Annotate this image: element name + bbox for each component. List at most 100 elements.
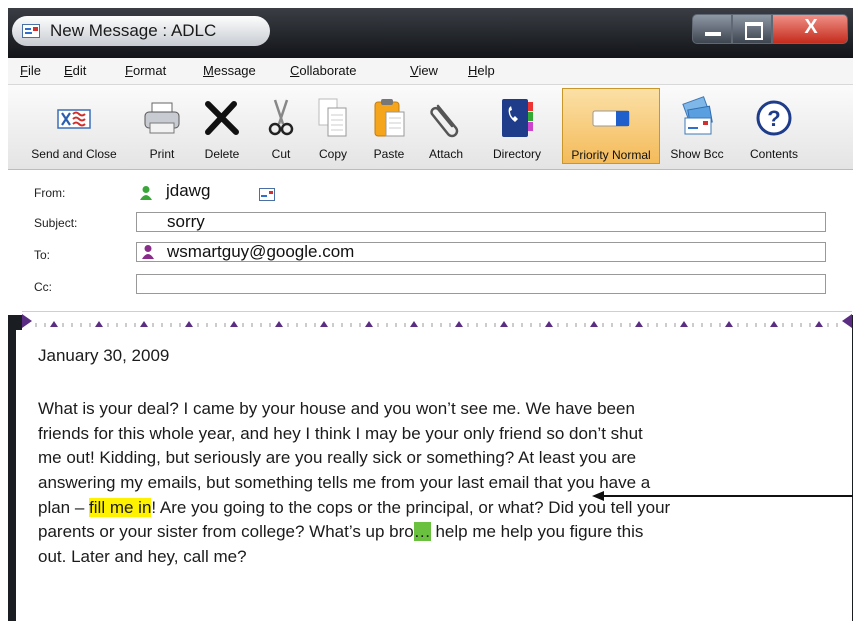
ruler-tab-marker: [455, 321, 463, 327]
print-button[interactable]: Print: [136, 88, 188, 164]
maximize-icon: [745, 22, 763, 40]
from-value: jdawg: [166, 181, 211, 200]
menu-help[interactable]: Help: [468, 63, 495, 78]
body-line: me out! Kidding, but seriously are you r…: [38, 448, 637, 467]
attach-button[interactable]: Attach: [420, 88, 472, 164]
paste-button[interactable]: Paste: [364, 88, 414, 164]
toolbar-label: Show Bcc: [670, 147, 724, 161]
from-label: From:: [34, 186, 66, 200]
message-date: January 30, 2009: [38, 346, 170, 365]
menu-format[interactable]: Format: [125, 63, 166, 78]
copy-pages-icon: [318, 98, 347, 137]
contents-button[interactable]: ? Contents: [736, 88, 812, 164]
ruler-tab-marker: [185, 321, 193, 327]
ruler-tab-marker: [320, 321, 328, 327]
copy-button[interactable]: Copy: [308, 88, 358, 164]
body-line: out. Later and hey, call me?: [38, 547, 247, 566]
send-and-close-button[interactable]: Send and Close: [18, 88, 130, 164]
window-title: New Message : ADLC: [50, 21, 217, 40]
cc-field[interactable]: [136, 274, 826, 294]
clipboard-icon: [374, 99, 405, 137]
minimize-icon: [705, 32, 721, 36]
menu-bar: File Edit Format Message Collaborate Vie…: [8, 58, 853, 85]
person-icon: [142, 245, 154, 259]
close-button[interactable]: X: [772, 14, 848, 44]
priority-toggle-icon: [592, 110, 630, 127]
ruler-ticks: [35, 321, 838, 327]
body-line: answering my emails, but something tells…: [38, 473, 651, 492]
cut-button[interactable]: Cut: [258, 88, 304, 164]
ruler-tab-marker: [635, 321, 643, 327]
ruler-graphic: [22, 314, 852, 328]
body-text-segment: help me help you figure this: [430, 522, 644, 541]
show-bcc-icon: [682, 96, 713, 135]
to-field[interactable]: wsmartguy@google.com: [136, 242, 826, 262]
minimize-button[interactable]: [692, 14, 732, 44]
ruler-tab-marker: [365, 321, 373, 327]
menu-message[interactable]: Message: [203, 63, 256, 78]
ruler-tab-marker: [410, 321, 418, 327]
send-and-close-icon: [57, 109, 91, 129]
show-bcc-button[interactable]: Show Bcc: [668, 88, 726, 164]
annotation-arrow: [592, 491, 853, 501]
toolbar-label: Delete: [204, 147, 240, 161]
svg-text:?: ?: [767, 106, 780, 131]
ruler-tab-marker: [590, 321, 598, 327]
right-margin-marker[interactable]: [842, 314, 852, 328]
subject-field[interactable]: sorry: [136, 212, 826, 232]
message-body[interactable]: January 30, 2009 What is your deal? I ca…: [16, 330, 852, 621]
body-line: friends for this whole year, and hey I t…: [38, 424, 643, 443]
left-margin-marker[interactable]: [22, 314, 32, 328]
menu-file[interactable]: File: [20, 63, 41, 78]
delete-x-icon: [205, 101, 239, 135]
ruler-tab-marker: [230, 321, 238, 327]
subject-label: Subject:: [34, 216, 78, 230]
title-pill: New Message : ADLC: [12, 16, 270, 46]
ruler-tab-marker: [50, 321, 58, 327]
body-line: What is your deal? I came by your house …: [38, 399, 635, 418]
ruler-tab-marker: [500, 321, 508, 327]
ruler-tab-marker: [770, 321, 778, 327]
toolbar-label: Send and Close: [31, 147, 117, 161]
phone-book-icon: [502, 99, 533, 137]
toolbar-label: Attach: [428, 147, 464, 161]
ruler[interactable]: [22, 311, 852, 331]
ruler-tab-marker: [680, 321, 688, 327]
priority-normal-button[interactable]: Priority Normal: [562, 88, 660, 164]
message-headers: From: jdawg Subject: sorry To: wsmartguy…: [8, 170, 853, 315]
toolbar-label: Directory: [492, 147, 541, 161]
toolbar-label: Priority Normal: [571, 148, 651, 162]
body-text-segment: parents or your sister from college? Wha…: [38, 522, 414, 541]
highlight-fill-me-in: fill me in: [89, 498, 152, 517]
printer-icon: [144, 102, 180, 134]
delete-button[interactable]: Delete: [196, 88, 248, 164]
ruler-tab-marker: [725, 321, 733, 327]
title-bar[interactable]: New Message : ADLC X: [8, 8, 853, 58]
menu-collaborate[interactable]: Collaborate: [290, 63, 357, 78]
body-line: plan – fill me in! Are you going to the …: [38, 496, 670, 521]
email-window: New Message : ADLC X File Edit Format Me…: [8, 8, 853, 621]
body-line: parents or your sister from college? Wha…: [38, 520, 643, 545]
ruler-tab-marker: [275, 321, 283, 327]
menu-view[interactable]: View: [410, 63, 438, 78]
toolbar-label: Contents: [749, 147, 799, 161]
menu-edit[interactable]: Edit: [64, 63, 86, 78]
maximize-button[interactable]: [732, 14, 772, 44]
body-text-segment: plan –: [38, 498, 90, 517]
ruler-tab-marker: [545, 321, 553, 327]
toolbar-label: Cut: [271, 147, 291, 161]
highlight-ellipsis: …: [413, 522, 431, 541]
to-value: wsmartguy@google.com: [167, 242, 355, 261]
contact-card-icon[interactable]: [259, 188, 275, 201]
cc-label: Cc:: [34, 280, 52, 294]
directory-button[interactable]: Directory: [484, 88, 550, 164]
close-icon: X: [804, 16, 818, 38]
ruler-tab-marker: [95, 321, 103, 327]
person-icon: [140, 186, 152, 200]
ruler-tab-marker: [815, 321, 823, 327]
help-question-icon: ?: [756, 100, 792, 136]
message-icon: [22, 24, 40, 38]
toolbar: Send and Close Print Delete Cut Copy Pas…: [8, 85, 853, 170]
toolbar-label: Copy: [318, 147, 347, 161]
ruler-tab-marker: [140, 321, 148, 327]
